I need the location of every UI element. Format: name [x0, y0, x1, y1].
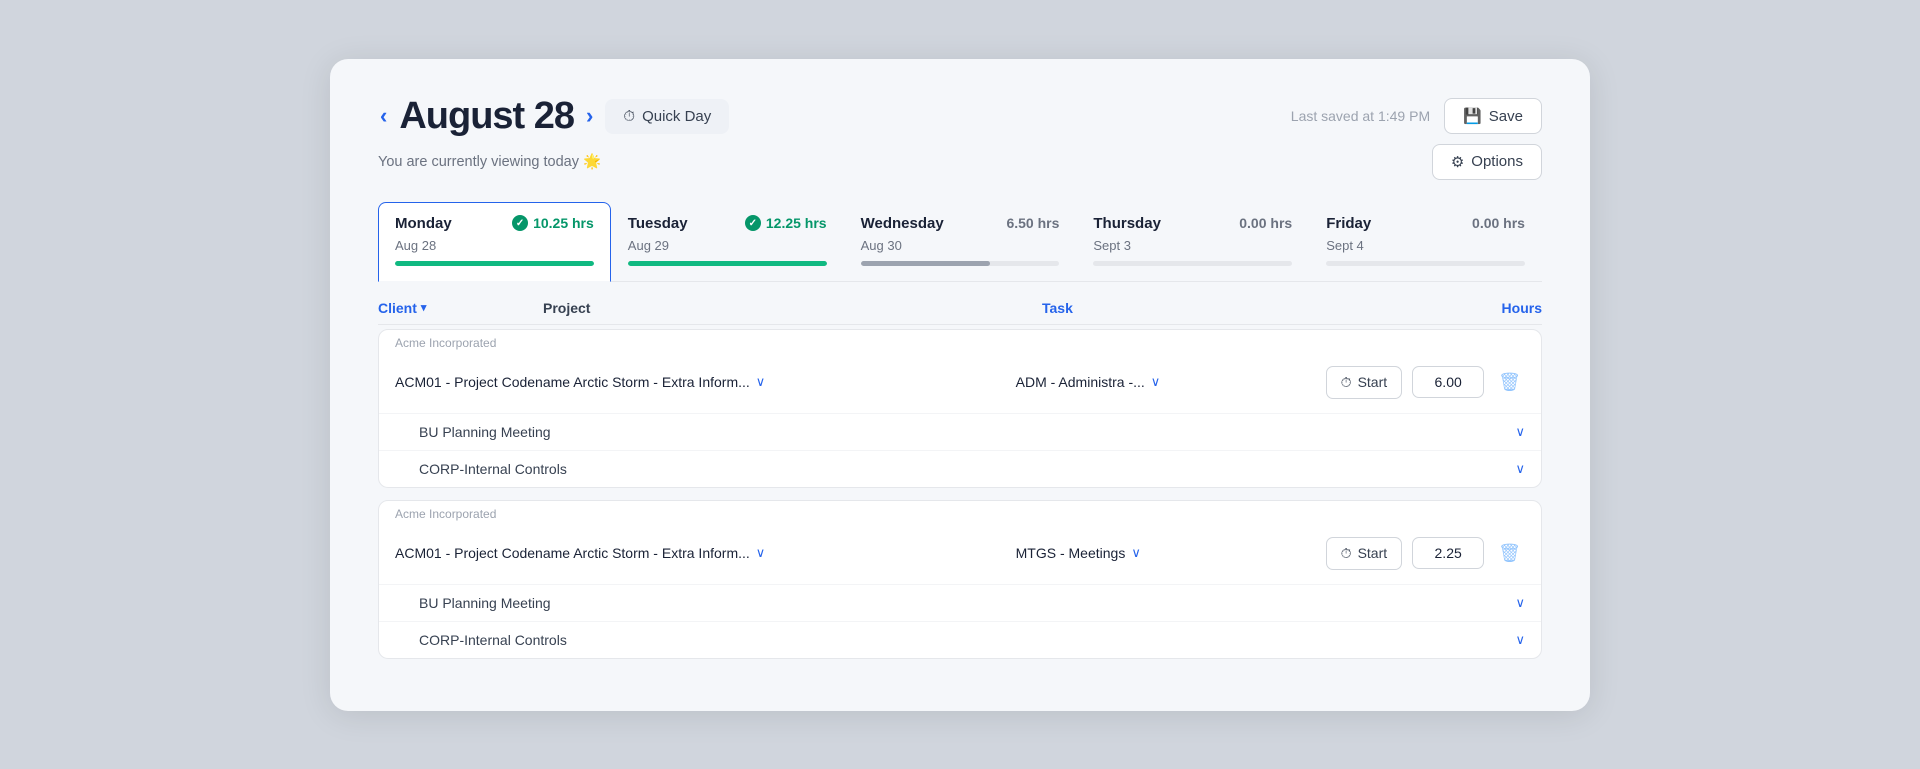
- progress-friday: [1326, 261, 1525, 266]
- day-name-thursday: Thursday: [1093, 215, 1161, 232]
- sub-2-2-label: CORP-Internal Controls: [419, 632, 1505, 648]
- progress-tuesday: [628, 261, 827, 266]
- entry-1-project: ACM01 - Project Codename Arctic Storm - …: [395, 374, 1006, 390]
- quick-day-label: Quick Day: [642, 108, 711, 125]
- day-name-friday: Friday: [1326, 215, 1371, 232]
- entry-1-project-text: ACM01 - Project Codename Arctic Storm - …: [395, 374, 750, 390]
- entry-1-actions: ⏱ Start 🗑: [1326, 366, 1525, 399]
- date-wednesday: Aug 30: [861, 238, 902, 253]
- hours-friday: 0.00 hrs: [1472, 215, 1525, 231]
- date-monday: Aug 28: [395, 238, 436, 253]
- entry-1-project-dropdown[interactable]: ∨: [756, 374, 766, 390]
- sub-1-2-dropdown[interactable]: ∨: [1515, 461, 1525, 477]
- entry-1-sub-1: BU Planning Meeting ∨: [379, 413, 1541, 450]
- prev-day-button[interactable]: ‹: [378, 103, 389, 129]
- next-day-button[interactable]: ›: [584, 103, 595, 129]
- sub-2-2-dropdown[interactable]: ∨: [1515, 632, 1525, 648]
- tab-monday[interactable]: Monday ✓ 10.25 hrs Aug 28: [378, 202, 611, 283]
- entry-2-hours-input[interactable]: [1412, 537, 1484, 569]
- sub-2-1-label: BU Planning Meeting: [419, 595, 1505, 611]
- main-card: ‹ August 28 › ⏱ Quick Day Last saved at …: [330, 59, 1590, 711]
- entry-2-task-text: MTGS - Meetings: [1016, 545, 1126, 561]
- day-tabs: Monday ✓ 10.25 hrs Aug 28 Tuesday ✓ 12.2…: [378, 202, 1542, 282]
- entry-2-start-button[interactable]: ⏱ Start: [1326, 537, 1403, 570]
- entry-2-project-text: ACM01 - Project Codename Arctic Storm - …: [395, 545, 750, 561]
- entry-1-delete-button[interactable]: 🗑: [1494, 368, 1525, 397]
- quick-day-button[interactable]: ⏱ Quick Day: [605, 99, 729, 134]
- hours-monday: ✓ 10.25 hrs: [512, 215, 594, 231]
- entry-1-main-row: ACM01 - Project Codename Arctic Storm - …: [379, 352, 1541, 413]
- entry-1-task: ADM - Administra -... ∨: [1016, 374, 1316, 390]
- save-button[interactable]: 💾 Save: [1444, 98, 1542, 134]
- sub-2-1-dropdown[interactable]: ∨: [1515, 595, 1525, 611]
- tab-thursday[interactable]: Thursday 0.00 hrs Sept 3: [1076, 202, 1309, 281]
- progress-monday: [395, 261, 594, 266]
- options-button[interactable]: ⚙ Options: [1432, 144, 1542, 180]
- subtitle-row: You are currently viewing today 🌟 ⚙ Opti…: [378, 144, 1542, 180]
- date-title: August 28: [399, 95, 574, 138]
- hours-tuesday: ✓ 12.25 hrs: [745, 215, 827, 231]
- day-name-tuesday: Tuesday: [628, 215, 688, 232]
- trash-icon-2: 🗑: [1498, 543, 1521, 563]
- col-header-project: Project: [543, 300, 1042, 316]
- entry-2-delete-button[interactable]: 🗑: [1494, 539, 1525, 568]
- entry-2-task: MTGS - Meetings ∨: [1016, 545, 1316, 561]
- check-icon-monday: ✓: [512, 215, 528, 231]
- sub-1-1-label: BU Planning Meeting: [419, 424, 1505, 440]
- timer-icon-1: ⏱: [1341, 374, 1352, 391]
- entry-1-task-text: ADM - Administra -...: [1016, 374, 1145, 390]
- save-icon: 💾: [1463, 107, 1482, 125]
- entry-2-actions: ⏱ Start 🗑: [1326, 537, 1525, 570]
- col-header-client[interactable]: Client ▾: [378, 300, 543, 316]
- date-tuesday: Aug 29: [628, 238, 669, 253]
- quick-day-icon: ⏱: [623, 108, 635, 125]
- options-label: Options: [1471, 153, 1523, 170]
- last-saved-text: Last saved at 1:49 PM: [1291, 108, 1430, 124]
- start-label-1: Start: [1358, 374, 1388, 390]
- tab-tuesday[interactable]: Tuesday ✓ 12.25 hrs Aug 29: [611, 202, 844, 281]
- time-entry-2: Acme Incorporated ACM01 - Project Codena…: [378, 500, 1542, 659]
- start-label-2: Start: [1358, 545, 1388, 561]
- tab-wednesday[interactable]: Wednesday 6.50 hrs Aug 30: [844, 202, 1077, 281]
- entry-1-task-dropdown[interactable]: ∨: [1151, 374, 1161, 390]
- timer-icon-2: ⏱: [1341, 545, 1352, 562]
- sub-1-2-label: CORP-Internal Controls: [419, 461, 1505, 477]
- entry-2-project-dropdown[interactable]: ∨: [756, 545, 766, 561]
- entry-2-client: Acme Incorporated: [379, 501, 1541, 523]
- header-actions: Last saved at 1:49 PM 💾 Save: [1291, 98, 1542, 134]
- hours-thursday: 0.00 hrs: [1239, 215, 1292, 231]
- table-header: Client ▾ Project Task Hours: [378, 300, 1542, 325]
- col-header-task: Task: [1042, 300, 1342, 316]
- entry-2-main-row: ACM01 - Project Codename Arctic Storm - …: [379, 523, 1541, 584]
- entry-2-sub-2: CORP-Internal Controls ∨: [379, 621, 1541, 658]
- time-entry-1: Acme Incorporated ACM01 - Project Codena…: [378, 329, 1542, 488]
- entry-1-client: Acme Incorporated: [379, 330, 1541, 352]
- options-icon: ⚙: [1451, 153, 1464, 171]
- entry-1-hours-input[interactable]: [1412, 366, 1484, 398]
- trash-icon-1: 🗑: [1498, 372, 1521, 392]
- date-thursday: Sept 3: [1093, 238, 1131, 253]
- entry-2-project: ACM01 - Project Codename Arctic Storm - …: [395, 545, 1006, 561]
- progress-wednesday: [861, 261, 1060, 266]
- entry-2-sub-1: BU Planning Meeting ∨: [379, 584, 1541, 621]
- hours-wednesday: 6.50 hrs: [1006, 215, 1059, 231]
- sub-1-1-dropdown[interactable]: ∨: [1515, 424, 1525, 440]
- tab-friday[interactable]: Friday 0.00 hrs Sept 4: [1309, 202, 1542, 281]
- entry-1-sub-2: CORP-Internal Controls ∨: [379, 450, 1541, 487]
- check-icon-tuesday: ✓: [745, 215, 761, 231]
- col-header-hours: Hours: [1342, 300, 1542, 316]
- entry-2-task-dropdown[interactable]: ∨: [1131, 545, 1141, 561]
- client-sort-icon: ▾: [421, 301, 427, 314]
- save-label: Save: [1489, 108, 1523, 125]
- day-name-wednesday: Wednesday: [861, 215, 944, 232]
- header-row: ‹ August 28 › ⏱ Quick Day Last saved at …: [378, 95, 1542, 138]
- date-friday: Sept 4: [1326, 238, 1364, 253]
- progress-thursday: [1093, 261, 1292, 266]
- day-name-monday: Monday: [395, 215, 452, 232]
- date-nav: ‹ August 28 › ⏱ Quick Day: [378, 95, 729, 138]
- entry-1-start-button[interactable]: ⏱ Start: [1326, 366, 1403, 399]
- subtitle-text: You are currently viewing today 🌟: [378, 153, 601, 170]
